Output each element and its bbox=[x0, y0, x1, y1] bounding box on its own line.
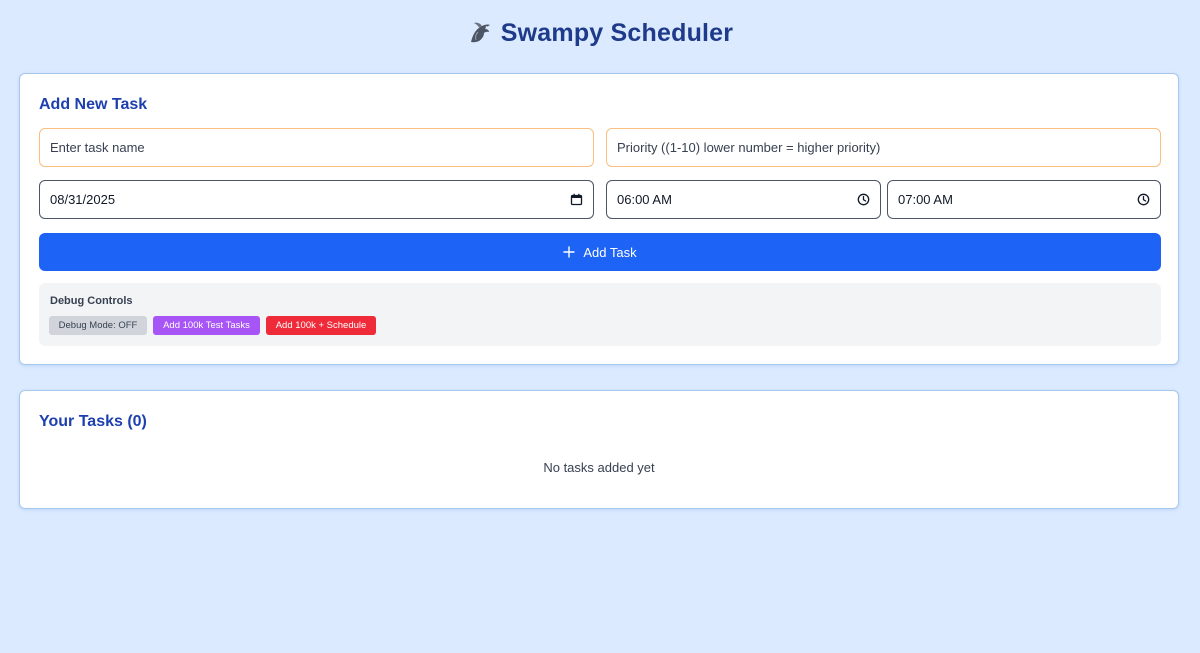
start-time-input[interactable]: 06:00 AM bbox=[606, 180, 881, 219]
clock-icon[interactable] bbox=[1137, 193, 1150, 206]
app-title: Swampy Scheduler bbox=[500, 18, 734, 47]
plus-icon bbox=[563, 246, 576, 258]
tasks-card: Your Tasks (0) No tasks added yet bbox=[19, 390, 1179, 509]
add-task-button-label: Add Task bbox=[583, 244, 637, 260]
add-100k-test-tasks-button[interactable]: Add 100k Test Tasks bbox=[153, 316, 260, 335]
date-value: 08/31/2025 bbox=[50, 192, 116, 207]
dragon-icon bbox=[467, 20, 493, 46]
app-header: Swampy Scheduler bbox=[0, 16, 1200, 50]
priority-input[interactable]: Priority ((1-10) lower number = higher p… bbox=[606, 128, 1161, 167]
start-time-value: 06:00 AM bbox=[617, 192, 672, 207]
tasks-heading: Your Tasks (0) bbox=[39, 413, 147, 430]
add-task-button[interactable]: Add Task bbox=[39, 233, 1161, 271]
debug-controls-panel: Debug Controls Debug Mode: OFF Add 100k … bbox=[39, 283, 1161, 346]
debug-controls-heading: Debug Controls bbox=[50, 295, 133, 307]
add-task-card: Add New Task Enter task name Priority ((… bbox=[19, 73, 1179, 365]
end-time-input[interactable]: 07:00 AM bbox=[887, 180, 1161, 219]
priority-placeholder: Priority ((1-10) lower number = higher p… bbox=[617, 140, 881, 155]
debug-mode-toggle-button[interactable]: Debug Mode: OFF bbox=[49, 316, 147, 335]
calendar-icon[interactable] bbox=[570, 193, 583, 206]
date-input[interactable]: 08/31/2025 bbox=[39, 180, 594, 219]
clock-icon[interactable] bbox=[857, 193, 870, 206]
add-100k-schedule-button[interactable]: Add 100k + Schedule bbox=[266, 316, 376, 335]
empty-tasks-message: No tasks added yet bbox=[543, 460, 655, 475]
task-name-placeholder: Enter task name bbox=[50, 140, 145, 155]
add-task-heading: Add New Task bbox=[39, 96, 148, 113]
task-name-input[interactable]: Enter task name bbox=[39, 128, 594, 167]
end-time-value: 07:00 AM bbox=[898, 192, 953, 207]
